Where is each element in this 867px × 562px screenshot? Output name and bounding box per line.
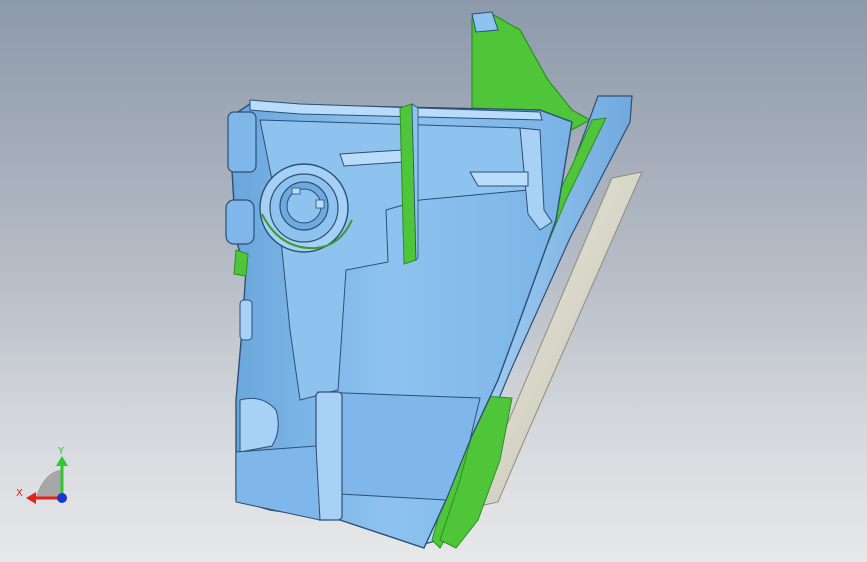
triad-label-x: X	[16, 488, 23, 499]
left-green-accent	[233, 249, 249, 277]
left-side-notch	[239, 299, 253, 341]
model-view[interactable]: Y X	[0, 0, 867, 562]
left-boss-top[interactable]	[227, 111, 257, 173]
left-boss-mid[interactable]	[225, 199, 255, 245]
x-arrow-head	[26, 492, 36, 504]
reference-triad: Y X	[16, 446, 68, 504]
bottom-base	[235, 445, 321, 521]
z-axis-dot-icon	[57, 493, 67, 503]
triad-plane-icon	[35, 469, 63, 499]
lower-boss[interactable]	[315, 391, 343, 521]
graphics-viewport[interactable]: Y X	[0, 0, 867, 562]
y-arrow-head	[56, 456, 68, 466]
bottom-left-bulge	[239, 397, 279, 453]
slot-tab-right[interactable]	[469, 171, 529, 187]
triad-label-y: Y	[57, 446, 65, 457]
